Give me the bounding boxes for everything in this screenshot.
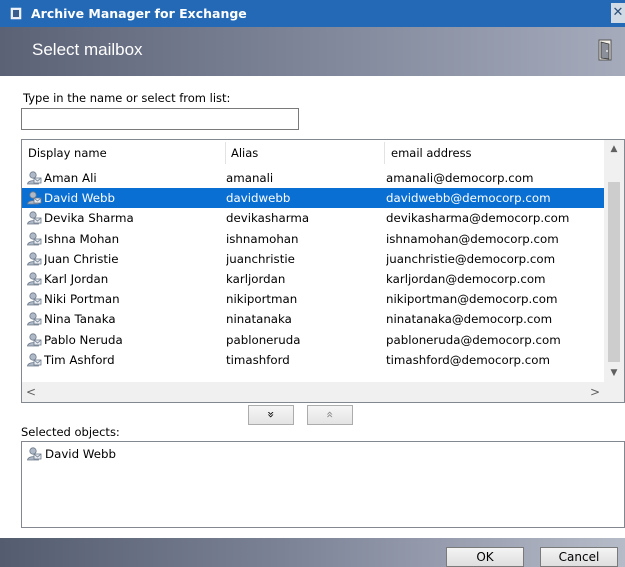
selected-objects-list[interactable]: David Webb	[21, 441, 625, 528]
double-chevron-up-icon: «	[323, 410, 338, 419]
title-bar: Archive Manager for Exchange ✕	[0, 0, 625, 27]
ok-button[interactable]: OK	[446, 547, 524, 567]
table-row[interactable]: Ishna Mohan ishnamohan ishnamohan@democorp…	[22, 229, 604, 249]
cell-email: ninatanaka@democorp.com	[386, 312, 553, 327]
cell-alias: ninatanaka	[226, 312, 292, 327]
table-row[interactable]: Karl Jordan karljordan karljordan@democorp…	[22, 269, 604, 289]
cell-display-name: Tim Ashford	[44, 352, 115, 367]
mailbox-list[interactable]: Display name Alias email address Aman Al…	[21, 139, 625, 403]
mailbox-icon	[27, 231, 42, 245]
cell-alias: timashford	[226, 352, 290, 367]
table-row[interactable]: David Webb davidwebb davidwebb@democorp.co…	[22, 188, 604, 209]
cell-display-name: David Webb	[44, 191, 116, 206]
mailbox-icon	[27, 171, 42, 185]
mailbox-icon	[27, 191, 42, 205]
horizontal-scrollbar[interactable]: < >	[22, 382, 604, 402]
scroll-right-icon[interactable]: >	[586, 382, 604, 402]
remove-selected-button[interactable]: «	[307, 405, 353, 425]
search-input[interactable]	[21, 108, 299, 130]
page-title: Select mailbox	[32, 40, 143, 59]
cell-email: pabloneruda@democorp.com	[386, 332, 561, 347]
column-header-email[interactable]: email address	[391, 140, 472, 167]
mailbox-icon	[27, 353, 42, 367]
door-icon	[598, 39, 612, 61]
table-row[interactable]: Tim Ashford timashford timashford@democorp…	[22, 350, 604, 370]
double-chevron-down-icon: »	[264, 410, 279, 419]
cell-display-name: Aman Ali	[44, 171, 97, 185]
close-icon: ✕	[612, 5, 624, 20]
mailbox-icon	[27, 252, 42, 266]
cell-display-name: Niki Portman	[44, 292, 120, 307]
cell-alias: karljordan	[226, 272, 286, 286]
app-icon	[10, 7, 22, 20]
selected-objects-label: Selected objects:	[21, 425, 120, 439]
cell-alias: pabloneruda	[226, 332, 301, 347]
cell-email: timashford@democorp.com	[386, 352, 550, 367]
selected-item-label: David Webb	[45, 447, 117, 461]
cell-email: devikasharma@democorp.com	[386, 211, 570, 226]
column-header-display-name[interactable]: Display name	[28, 140, 107, 167]
vertical-scrollbar[interactable]: ▲ ▼	[604, 140, 624, 382]
scroll-down-icon[interactable]: ▼	[604, 364, 624, 382]
close-button[interactable]: ✕	[611, 3, 625, 23]
mailbox-icon	[27, 312, 42, 326]
cell-email: amanali@democorp.com	[386, 171, 534, 185]
cell-display-name: Pablo Neruda	[44, 332, 123, 347]
vertical-scroll-thumb[interactable]	[608, 182, 620, 362]
header-banner: Select mailbox	[0, 27, 625, 76]
column-header-alias[interactable]: Alias	[231, 140, 258, 167]
cell-email: davidwebb@democorp.com	[386, 191, 551, 206]
cell-display-name: Ishna Mohan	[44, 231, 120, 246]
table-row[interactable]: Niki Portman nikiportman nikiportman@democ…	[22, 289, 604, 309]
mailbox-icon	[27, 447, 42, 461]
cell-email: nikiportman@democorp.com	[386, 292, 558, 307]
cell-alias: davidwebb	[226, 191, 291, 206]
scroll-up-icon[interactable]: ▲	[604, 140, 624, 158]
cell-display-name: Nina Tanaka	[44, 312, 116, 327]
cancel-button[interactable]: Cancel	[540, 547, 618, 567]
table-row[interactable]: Pablo Neruda pabloneruda pabloneruda@democ…	[22, 330, 604, 350]
cell-alias: amanali	[226, 171, 274, 185]
cell-email: ishnamohan@democorp.com	[386, 231, 559, 246]
cell-alias: juanchristie	[226, 251, 295, 266]
scroll-left-icon[interactable]: <	[22, 382, 40, 402]
cell-alias: nikiportman	[226, 292, 298, 307]
table-row[interactable]: Juan Christie juanchristie juanchristie@de…	[22, 249, 604, 269]
cell-alias: ishnamohan	[226, 231, 299, 246]
scroll-corner	[604, 382, 624, 402]
cell-display-name: Juan Christie	[44, 251, 119, 266]
footer-bar	[0, 538, 625, 567]
table-row[interactable]: Aman Ali amanali amanali@democorp.com	[22, 168, 604, 188]
mailbox-icon	[27, 292, 42, 306]
table-row[interactable]: Nina Tanaka ninatanaka ninatanaka@democorp…	[22, 309, 604, 329]
search-label: Type in the name or select from list:	[23, 91, 231, 105]
column-separator	[384, 142, 385, 164]
column-separator	[225, 142, 226, 164]
cell-email: juanchristie@democorp.com	[386, 251, 556, 266]
table-row[interactable]: Devika Sharma devikasharma devikasharma@de…	[22, 208, 604, 228]
mailbox-icon	[27, 272, 42, 286]
mailbox-icon	[27, 332, 42, 346]
cell-email: karljordan@democorp.com	[386, 272, 546, 286]
mailbox-icon	[27, 211, 42, 225]
cell-alias: devikasharma	[226, 211, 310, 226]
window-title: Archive Manager for Exchange	[31, 6, 247, 21]
cell-display-name: Devika Sharma	[44, 211, 134, 226]
add-selected-button[interactable]: »	[248, 405, 294, 425]
cell-display-name: Karl Jordan	[44, 272, 109, 286]
